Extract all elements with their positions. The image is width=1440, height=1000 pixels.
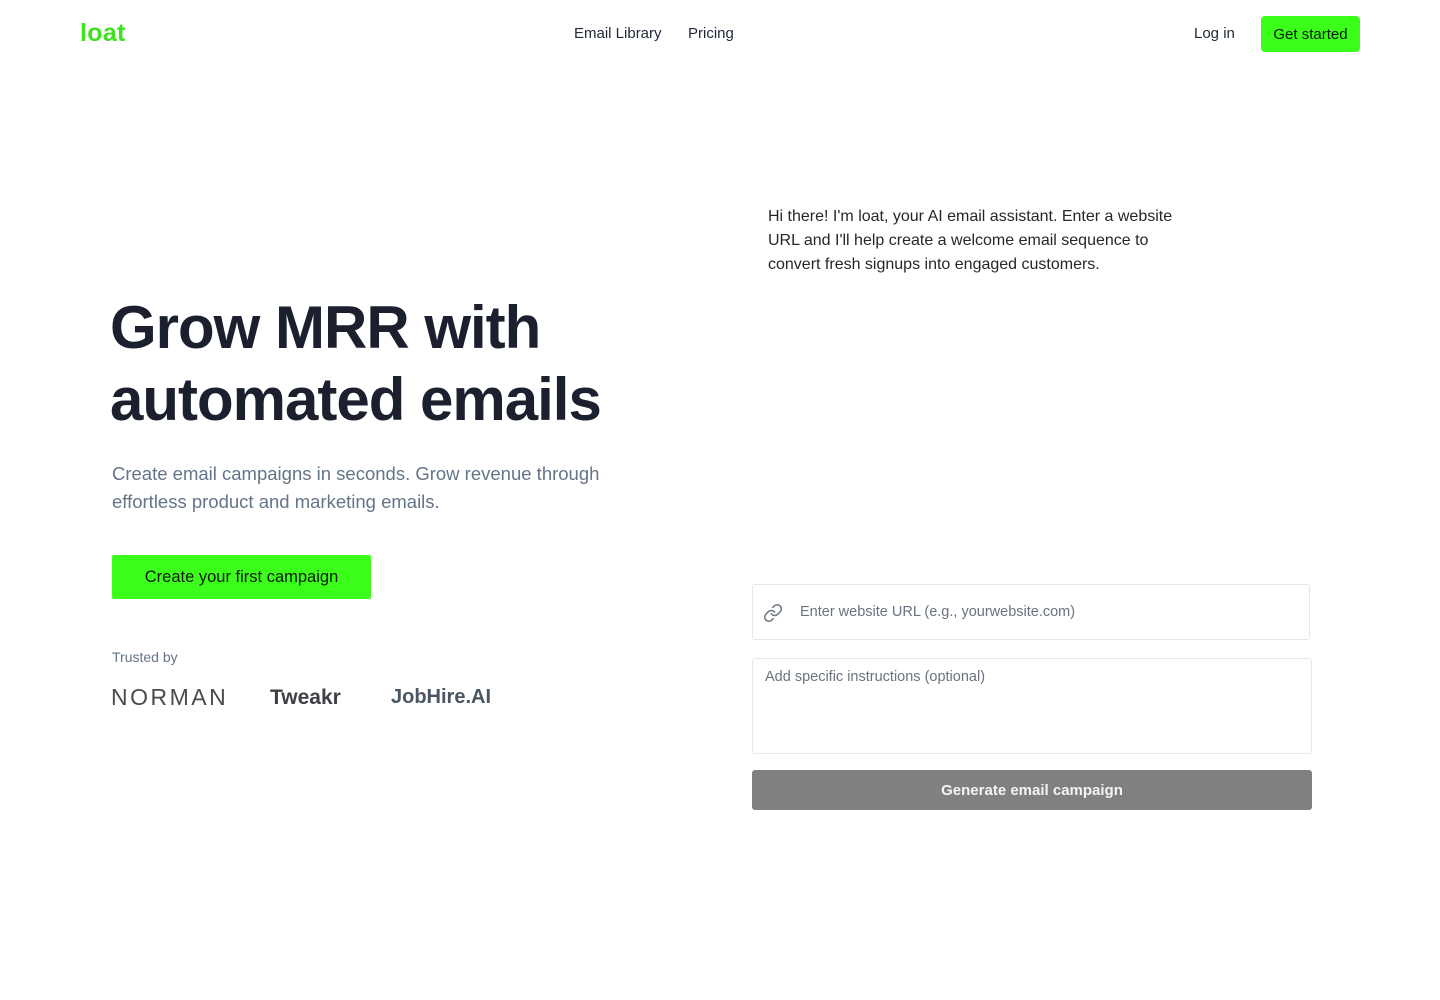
brand-logo-tweakr: Tweakr — [270, 686, 341, 709]
hero-title-line-2: automated emails — [110, 366, 602, 433]
assistant-message: Hi there! I'm loat, your AI email assist… — [768, 208, 1173, 273]
logo[interactable]: loat — [80, 19, 126, 48]
generate-campaign-button[interactable]: Generate email campaign — [752, 770, 1312, 810]
instructions-textarea[interactable] — [752, 658, 1312, 754]
link-icon — [763, 603, 783, 623]
nav-link-pricing[interactable]: Pricing — [688, 25, 734, 42]
url-input[interactable] — [800, 585, 1290, 639]
brand-logo-jobhire: JobHire.AI — [391, 686, 492, 708]
get-started-button[interactable]: Get started — [1261, 16, 1360, 52]
nav-link-email-library[interactable]: Email Library — [574, 25, 662, 42]
hero-subtitle: Create email campaigns in seconds. Grow … — [112, 463, 600, 512]
trusted-by-label: Trusted by — [112, 649, 178, 665]
url-field[interactable] — [752, 584, 1310, 640]
hero-title: Grow MRR with automated emails — [110, 292, 670, 436]
create-campaign-button[interactable]: Create your first campaign — [112, 555, 371, 599]
login-link[interactable]: Log in — [1194, 25, 1235, 42]
brand-logo-norman: NORMAN — [111, 684, 229, 710]
hero-title-line-1: Grow MRR with — [110, 294, 541, 361]
